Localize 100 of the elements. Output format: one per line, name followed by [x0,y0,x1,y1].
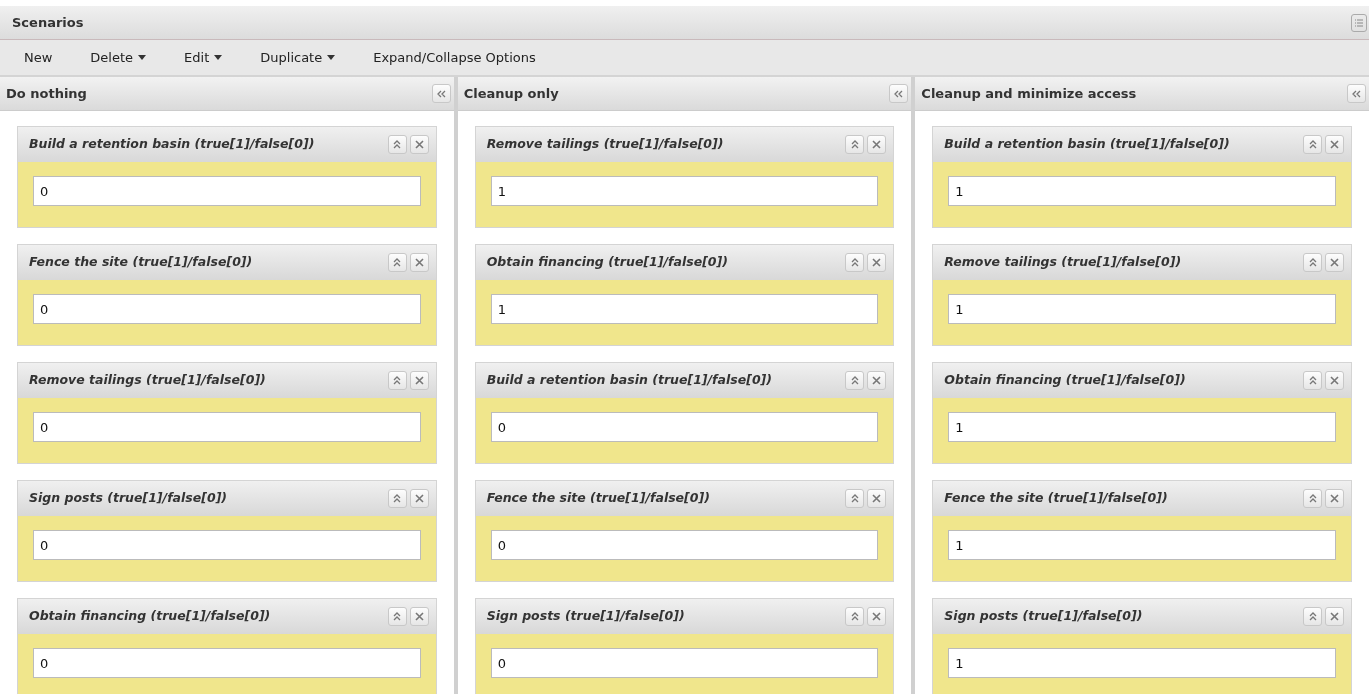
value-field[interactable]: 0 [33,648,421,678]
card-title: Obtain financing (true[1]/false[0]) [29,607,271,626]
double-chevron-up-icon [393,258,402,267]
close-button[interactable] [409,607,429,626]
collapse-card-button[interactable] [387,489,407,508]
collapse-card-button[interactable] [1303,607,1322,626]
collapse-card-button[interactable] [387,135,407,154]
close-button[interactable] [867,489,887,508]
toolbar-button[interactable]: Delete [90,47,147,68]
collapse-card-button[interactable] [845,607,865,626]
column-title: Cleanup and minimize access [921,84,1137,103]
caret-icon [138,55,147,60]
close-button[interactable] [1325,135,1344,154]
value-field[interactable]: 0 [490,648,879,678]
close-icon [872,494,882,503]
collapse-card-button[interactable] [845,371,865,390]
column-title: Do nothing [6,84,87,103]
close-button[interactable] [409,489,429,508]
card-title: Remove tailings (true[1]/false[0]) [29,371,266,390]
value-field[interactable]: 0 [490,412,879,442]
double-chevron-left-icon [1352,89,1361,98]
collapse-button[interactable] [431,84,451,103]
close-icon [414,494,424,503]
collapse-card-button[interactable] [387,607,407,626]
double-chevron-up-icon [850,494,859,503]
collapse-card-button[interactable] [845,489,865,508]
close-icon [872,376,882,385]
value-field[interactable]: 1 [490,294,879,324]
card-title: Build a retention basin (true[1]/false[0]) [486,371,773,390]
close-button[interactable] [1325,253,1344,272]
card-title: Obtain financing (true[1]/false[0]) [486,253,728,272]
double-chevron-up-icon [850,376,859,385]
value-field[interactable]: 1 [490,176,879,206]
double-chevron-up-icon [1308,258,1317,267]
close-button[interactable] [867,135,887,154]
double-chevron-up-icon [850,612,859,621]
card-title: Fence the site (true[1]/false[0]) [29,253,253,272]
caret-icon [327,55,336,60]
close-icon [414,612,424,621]
double-chevron-up-icon [1308,140,1317,149]
close-icon [1330,376,1339,385]
close-icon [872,258,882,267]
window-title: Scenarios [12,13,84,32]
close-icon [414,258,424,267]
close-icon [414,140,424,149]
card-title: Obtain financing (true[1]/false[0]) [944,371,1186,390]
double-chevron-up-icon [393,494,402,503]
close-button[interactable] [1325,607,1344,626]
close-icon [872,612,882,621]
card-title: Remove tailings (true[1]/false[0]) [944,253,1182,272]
close-icon [872,140,882,149]
value-field[interactable]: 1 [948,648,1336,678]
close-button[interactable] [867,253,887,272]
value-field[interactable]: 0 [33,412,421,442]
value-field[interactable]: 1 [948,176,1336,206]
close-button[interactable] [409,253,429,272]
close-button[interactable] [1325,489,1344,508]
toolbar-button[interactable]: Edit [184,47,223,68]
value-field[interactable]: 1 [948,294,1336,324]
collapse-card-button[interactable] [1303,135,1322,154]
close-icon [414,376,424,385]
card-title: Build a retention basin (true[1]/false[0]) [29,135,315,154]
collapse-card-button[interactable] [387,371,407,390]
value-field[interactable]: 0 [33,530,421,560]
double-chevron-left-icon [436,89,446,98]
value-field[interactable]: 1 [948,530,1336,560]
value-field[interactable]: 0 [33,294,421,324]
column-title: Cleanup only [463,84,559,103]
card-title: Sign posts (true[1]/false[0]) [944,607,1143,626]
toolbar-button[interactable]: Expand/Collapse Options [373,47,536,68]
card-title: Sign posts (true[1]/false[0]) [29,489,228,508]
double-chevron-up-icon [850,258,859,267]
double-chevron-up-icon [1308,494,1317,503]
close-button[interactable] [867,371,887,390]
value-field[interactable]: 0 [33,176,421,206]
double-chevron-up-icon [1308,612,1317,621]
double-chevron-up-icon [1308,376,1317,385]
toolbar-button[interactable]: New [24,47,53,68]
close-icon [1330,494,1339,503]
collapse-card-button[interactable] [845,253,865,272]
collapse-button[interactable] [1347,84,1366,103]
close-button[interactable] [409,371,429,390]
card-title: Fence the site (true[1]/false[0]) [486,489,710,508]
value-field[interactable]: 1 [948,412,1336,442]
card-title: Remove tailings (true[1]/false[0]) [486,135,724,154]
toolbar-button[interactable]: Duplicate [260,47,336,68]
card-title: Build a retention basin (true[1]/false[0]) [944,135,1230,154]
caret-icon [214,55,223,60]
close-button[interactable] [409,135,429,154]
collapse-card-button[interactable] [845,135,865,154]
double-chevron-up-icon [393,376,402,385]
close-button[interactable] [1325,371,1344,390]
collapse-card-button[interactable] [1303,371,1322,390]
collapse-card-button[interactable] [1303,253,1322,272]
close-icon [1330,612,1339,621]
close-button[interactable] [867,607,887,626]
collapse-card-button[interactable] [1303,489,1322,508]
collapse-card-button[interactable] [387,253,407,272]
collapse-button[interactable] [889,84,909,103]
value-field[interactable]: 0 [490,530,879,560]
